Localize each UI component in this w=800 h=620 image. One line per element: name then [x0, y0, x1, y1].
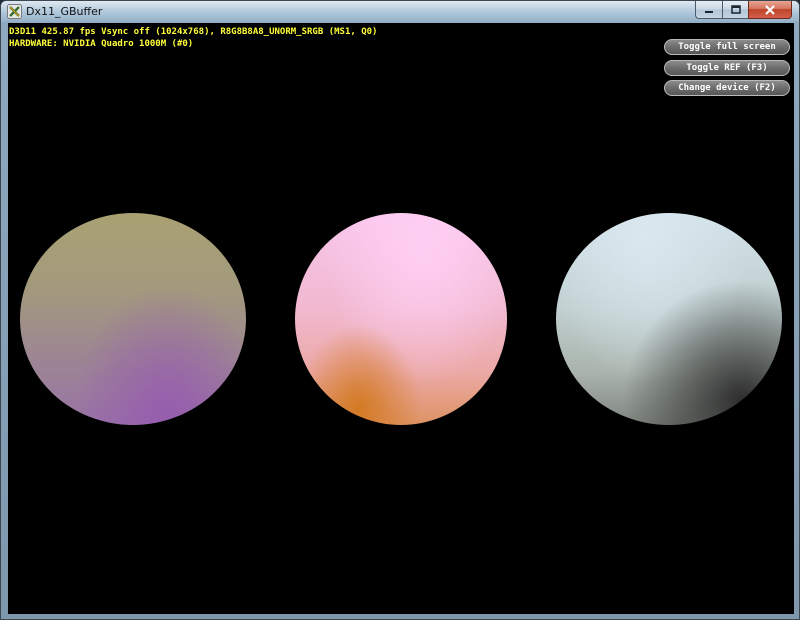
render-viewport[interactable]: D3D11 425.87 fps Vsync off (1024x768), R… [8, 23, 794, 614]
hud-hardware-text: HARDWARE: NVIDIA Quadro 1000M (#0) [9, 39, 194, 49]
app-window: Dx11_GBuffer D3D11 425.87 fps Vsync off [0, 0, 800, 620]
hud-stats-text: D3D11 425.87 fps Vsync off (1024x768), R… [9, 27, 378, 37]
middle-sphere [295, 213, 507, 425]
minimize-icon [705, 10, 713, 13]
maximize-button[interactable] [722, 1, 748, 19]
caption-buttons [695, 1, 792, 20]
close-button[interactable] [748, 1, 792, 19]
toggle-ref-button[interactable]: Toggle REF (F3) [664, 60, 790, 76]
left-sphere [20, 213, 246, 425]
window-title: Dx11_GBuffer [26, 5, 103, 18]
toggle-full-screen-button[interactable]: Toggle full screen [664, 39, 790, 55]
minimize-button[interactable] [695, 1, 722, 19]
close-icon [765, 4, 775, 15]
dx-app-icon [7, 4, 22, 19]
right-sphere [556, 213, 782, 425]
maximize-icon [730, 5, 741, 14]
title-bar[interactable]: Dx11_GBuffer [1, 1, 799, 23]
change-device-button[interactable]: Change device (F2) [664, 80, 790, 96]
